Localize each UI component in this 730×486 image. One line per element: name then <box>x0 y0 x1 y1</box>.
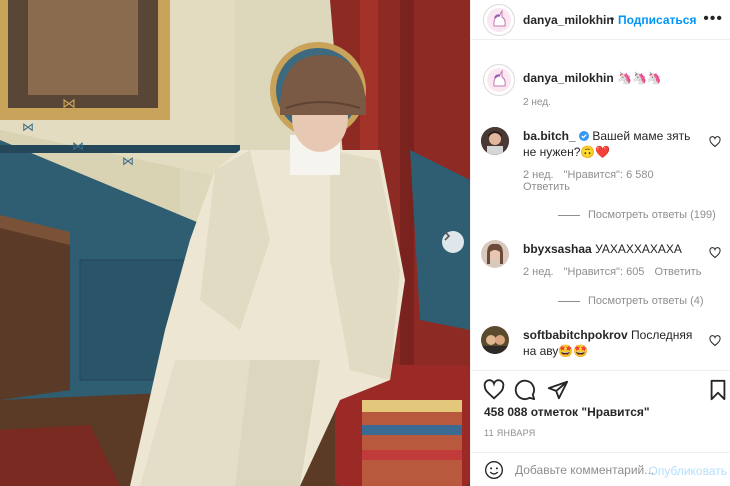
likes-count[interactable]: 458 088 отметок "Нравится" <box>484 405 650 419</box>
heart-icon[interactable] <box>483 379 505 401</box>
comment-username[interactable]: bbyxsashaa <box>523 242 592 256</box>
unicorn-avatar-icon <box>487 68 511 92</box>
header-separator: • <box>610 12 615 26</box>
comment-bubble-icon[interactable] <box>514 379 536 401</box>
more-options-button[interactable]: ••• <box>703 10 723 28</box>
comment-meta: 2 нед. "Нравится": 605 Ответить <box>523 266 701 278</box>
svg-text:⋈: ⋈ <box>22 120 34 134</box>
reply-button[interactable]: Ответить <box>523 181 570 193</box>
commenter-avatar[interactable] <box>481 240 509 268</box>
comment-time: 2 нед. <box>523 169 554 181</box>
comment-meta: 2 нед. "Нравится": 6 580 <box>523 169 654 181</box>
post-photo[interactable]: ⋈ ⋈ ⋈ ⋈ <box>0 0 470 486</box>
comment-reply-row: Ответить <box>523 181 570 193</box>
comment-composer: Опубликовать <box>471 452 730 486</box>
follow-button[interactable]: Подписаться <box>618 13 696 27</box>
caption-time: 2 нед. <box>523 97 551 108</box>
commenter-avatar[interactable] <box>481 127 509 155</box>
svg-text:⋈: ⋈ <box>122 154 134 168</box>
like-comment-heart-icon[interactable] <box>709 136 721 148</box>
comment-item: ba.bitch_ Вашей маме зять не нужен?🙃❤️ 2… <box>481 127 727 227</box>
next-photo-button[interactable] <box>442 231 464 253</box>
post-side-panel: danya_milokhin • Подписаться ••• danya_m… <box>470 0 730 486</box>
paper-plane-icon[interactable] <box>547 379 569 401</box>
smiley-icon[interactable] <box>484 460 504 480</box>
view-replies-button[interactable]: Посмотреть ответы (199) <box>558 209 716 221</box>
replies-divider <box>558 300 580 302</box>
post-actions-bar <box>471 370 730 410</box>
caption-username[interactable]: danya_milokhin <box>523 71 614 85</box>
caption-avatar[interactable] <box>483 64 515 96</box>
comment-username[interactable]: softbabitchpokrov <box>523 328 628 342</box>
comment-input[interactable] <box>515 461 655 479</box>
comment-body: bbyxsashaa УАХАХХАХАХА <box>523 241 693 257</box>
reply-button[interactable]: Ответить <box>654 266 701 278</box>
person-photo-icon <box>481 240 509 268</box>
author-avatar[interactable] <box>483 4 515 36</box>
instagram-post-viewer: ⋈ ⋈ ⋈ ⋈ danya_milokhin • Подписаться •••… <box>0 0 730 486</box>
author-username[interactable]: danya_milokhin <box>523 13 614 27</box>
post-header: danya_milokhin • Подписаться ••• <box>471 0 730 40</box>
publish-button[interactable]: Опубликовать <box>649 464 727 478</box>
svg-text:⋈: ⋈ <box>62 95 76 111</box>
comment-text: УАХАХХАХАХА <box>595 242 682 256</box>
like-comment-heart-icon[interactable] <box>709 247 721 259</box>
comment-username[interactable]: ba.bitch_ <box>523 129 576 143</box>
comment-likes[interactable]: "Нравится": 605 <box>564 266 645 278</box>
comment-body: softbabitchpokrov Последняя на аву🤩🤩 <box>523 327 693 359</box>
comment-likes[interactable]: "Нравится": 6 580 <box>564 169 654 181</box>
post-date: 11 ЯНВАРЯ <box>484 428 536 438</box>
comment-item: bbyxsashaa УАХАХХАХАХА 2 нед. "Нравится"… <box>481 240 727 310</box>
view-replies-button[interactable]: Посмотреть ответы (4) <box>558 295 704 307</box>
comment-item: softbabitchpokrov Последняя на аву🤩🤩 <box>481 326 727 366</box>
replies-divider <box>558 214 580 216</box>
caption-text: 🦄🦄🦄 <box>617 71 662 85</box>
caption: danya_milokhin 🦄🦄🦄 <box>523 71 662 85</box>
bookmark-icon[interactable] <box>707 379 729 401</box>
chevron-right-icon <box>444 231 451 241</box>
verified-badge-icon <box>579 131 590 141</box>
comment-body: ba.bitch_ Вашей маме зять не нужен?🙃❤️ <box>523 128 693 160</box>
comment-time: 2 нед. <box>523 266 554 278</box>
commenter-avatar[interactable] <box>481 326 509 354</box>
person-photo-icon <box>481 326 509 354</box>
svg-text:⋈: ⋈ <box>72 139 84 153</box>
person-photo-icon <box>481 127 509 155</box>
unicorn-avatar-icon <box>487 8 511 32</box>
post-photo-illustration: ⋈ ⋈ ⋈ ⋈ <box>0 0 470 486</box>
like-comment-heart-icon[interactable] <box>709 335 721 347</box>
view-replies-label: Посмотреть ответы (199) <box>588 209 716 221</box>
view-replies-label: Посмотреть ответы (4) <box>588 295 704 307</box>
